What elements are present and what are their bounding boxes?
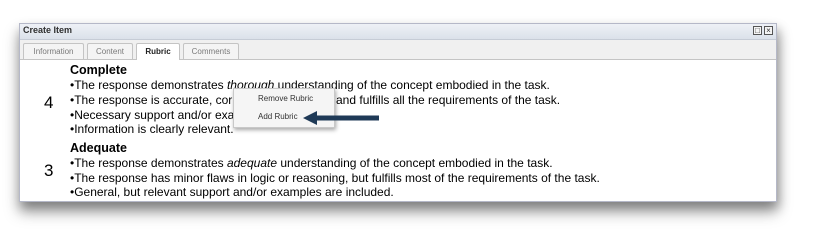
- restore-button[interactable]: □: [753, 26, 762, 35]
- rubric-line-tail: and fulfills all the requirements of the…: [336, 93, 561, 107]
- tab-bar: Information Content Rubric Comments: [20, 40, 776, 60]
- rubric-heading: Adequate: [70, 141, 127, 155]
- window-title: Create Item: [23, 25, 73, 35]
- tab-information[interactable]: Information: [23, 43, 84, 59]
- rubric-line: •The response demonstrates adequate unde…: [70, 156, 553, 170]
- tab-comments[interactable]: Comments: [183, 43, 239, 59]
- pointer-arrow-icon: [303, 111, 379, 125]
- rubric-line: •The response is accurate, cor: [70, 93, 233, 107]
- rubric-line: •General, but relevant support and/or ex…: [70, 185, 394, 199]
- rubric-line: •Necessary support and/or exa: [70, 108, 235, 122]
- rubric-panel: 4 Complete •The response demonstrates th…: [20, 60, 776, 201]
- remove-rubric-menu-item[interactable]: Remove Rubric: [234, 90, 334, 107]
- close-button[interactable]: ×: [764, 26, 773, 35]
- create-item-window: Create Item □ × Information Content Rubr…: [19, 23, 777, 202]
- tab-content[interactable]: Content: [87, 43, 133, 59]
- rubric-line: •Information is clearly relevant.: [70, 122, 234, 136]
- tab-rubric[interactable]: Rubric: [136, 43, 180, 60]
- rubric-score: 3: [44, 161, 54, 180]
- rubric-score: 4: [44, 93, 54, 112]
- window-titlebar[interactable]: Create Item □ ×: [20, 24, 776, 40]
- rubric-heading: Complete: [70, 63, 127, 77]
- rubric-line: •The response has minor flaws in logic o…: [70, 171, 600, 185]
